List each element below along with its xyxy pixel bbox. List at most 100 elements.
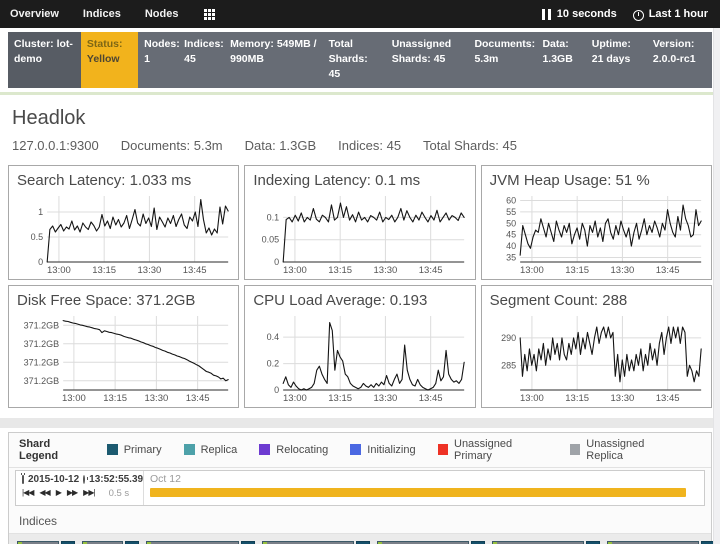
- timeline: 2015-10-12 13:52:55.39 |◀◀◀◀▶▶▶▶▶|0.5 s …: [15, 470, 705, 506]
- cell-label: Cluster:: [14, 38, 57, 50]
- chart-title: JVM Heap Usage: 51 %: [490, 172, 705, 189]
- time-range[interactable]: Last 1 hour: [649, 8, 708, 20]
- chart-plot: 28529013:0013:1513:3013:45: [490, 311, 705, 405]
- calendar-icon: [22, 475, 24, 484]
- timeline-time[interactable]: 13:52:55.39: [89, 474, 143, 485]
- cluster-cell-cluster: Cluster: lot-demo: [8, 32, 81, 88]
- svg-text:13:30: 13:30: [138, 265, 162, 276]
- cell-label: Data:: [542, 38, 568, 50]
- svg-text:0: 0: [274, 385, 279, 395]
- shard-count: 0: [356, 541, 370, 544]
- cell-label: Memory:: [230, 38, 277, 50]
- svg-text:13:30: 13:30: [610, 393, 634, 404]
- badge-body: .marvel-es-2015.09.24: [377, 541, 469, 544]
- chart-title: Segment Count: 288: [490, 292, 705, 309]
- cell-value: 5.3m: [474, 53, 498, 65]
- shard-count: 0: [471, 541, 485, 544]
- svg-text:371.2GB: 371.2GB: [24, 357, 60, 367]
- cell-label: Nodes:: [144, 38, 180, 50]
- svg-text:40: 40: [506, 241, 516, 251]
- badge-body: .marvel-es-2015.09.23: [262, 541, 354, 544]
- legend-item-primary: Primary: [107, 444, 162, 456]
- legend-item-initializing: Initializing: [350, 444, 415, 456]
- legend-swatch: [350, 444, 361, 455]
- fast-forward-button[interactable]: ▶▶: [67, 489, 77, 497]
- chart-plot: 35404550556013:0013:1513:3013:45: [490, 191, 705, 277]
- node-title: Headlok: [12, 107, 708, 130]
- index-badge[interactable]: .marvel0: [82, 541, 140, 544]
- svg-text:35: 35: [506, 252, 516, 262]
- badge-body: .kibana: [17, 541, 59, 544]
- svg-text:13:15: 13:15: [565, 265, 589, 276]
- svg-text:0: 0: [38, 257, 43, 267]
- small-clock-icon: [83, 475, 85, 484]
- rewind-button[interactable]: ◀◀: [39, 489, 49, 497]
- index-badge[interactable]: .marvel-es-2015.09.240: [377, 541, 485, 544]
- cell-label: Total Shards:: [329, 38, 368, 65]
- nav-item-nodes[interactable]: Nodes: [145, 8, 179, 20]
- timeline-track[interactable]: Oct 12: [144, 471, 704, 505]
- svg-text:13:00: 13:00: [520, 393, 544, 404]
- chart-card-0: Search Latency: 1.033 ms00.5113:0013:151…: [8, 165, 239, 280]
- nav-item-indices[interactable]: Indices: [83, 8, 121, 20]
- apps-grid-icon[interactable]: [204, 9, 215, 20]
- chart-title: Indexing Latency: 0.1 ms: [253, 172, 468, 189]
- legend-swatch: [570, 444, 580, 455]
- cell-value: 1.3GB: [542, 53, 572, 65]
- indices-heading: Indices: [9, 510, 711, 534]
- svg-text:13:45: 13:45: [183, 265, 207, 276]
- svg-text:13:30: 13:30: [144, 393, 168, 404]
- charts-grid: Search Latency: 1.033 ms00.5113:0013:151…: [0, 159, 720, 408]
- svg-text:13:45: 13:45: [655, 393, 679, 404]
- cell-value: 45: [329, 68, 341, 80]
- skip-to-start-button[interactable]: |◀◀: [22, 489, 33, 497]
- timeline-controls-panel: 2015-10-12 13:52:55.39 |◀◀◀◀▶▶▶▶▶|0.5 s: [16, 471, 144, 505]
- legend-label: Initializing: [367, 444, 415, 456]
- timeline-date[interactable]: 2015-10-12: [28, 474, 79, 485]
- cluster-status-bar: Cluster: lot-demoStatus: YellowNodes: 1I…: [8, 32, 712, 88]
- node-stat: Data: 1.3GB: [245, 138, 317, 153]
- cluster-cell-uptime: Uptime: 21 days: [586, 32, 647, 88]
- legend-item-relocating: Relocating: [259, 444, 328, 456]
- badge-body: .marvel-es-2015.09.22: [146, 541, 238, 544]
- node-stat: 127.0.0.1:9300: [12, 138, 99, 153]
- svg-text:13:00: 13:00: [283, 393, 307, 404]
- refresh-interval[interactable]: 10 seconds: [557, 8, 617, 20]
- shard-allocation-panel: Shard Legend PrimaryReplicaRelocatingIni…: [8, 432, 712, 544]
- pause-icon[interactable]: [542, 9, 551, 20]
- timeline-progress-bar[interactable]: [150, 488, 686, 497]
- chart-plot: 00.20.413:0013:1513:3013:45: [253, 311, 468, 405]
- svg-text:45: 45: [506, 229, 516, 239]
- play-button[interactable]: ▶: [56, 489, 61, 497]
- legend-swatch: [107, 444, 118, 455]
- chart-card-5: Segment Count: 28828529013:0013:1513:301…: [481, 285, 712, 408]
- svg-text:13:15: 13:15: [329, 265, 353, 276]
- legend-item-unassigned-replica: Unassigned Replica: [570, 438, 679, 462]
- vertical-scrollbar[interactable]: [713, 28, 720, 544]
- svg-text:13:00: 13:00: [62, 393, 86, 404]
- index-badge[interactable]: .marvel-es-2015.09.260: [607, 541, 715, 544]
- cell-label: Status:: [87, 38, 123, 50]
- index-badge[interactable]: .marvel-es-2015.09.220: [146, 541, 254, 544]
- index-badge[interactable]: .kibana0: [17, 541, 75, 544]
- index-badge[interactable]: .marvel-es-2015.09.250: [492, 541, 600, 544]
- index-badge[interactable]: .marvel-es-2015.09.230: [262, 541, 370, 544]
- skip-to-end-button[interactable]: ▶▶|: [83, 489, 94, 497]
- chart-plot: 00.5113:0013:1513:3013:45: [17, 191, 232, 277]
- shard-count: 0: [125, 541, 139, 544]
- legend-item-unassigned-primary: Unassigned Primary: [438, 438, 548, 462]
- legend-label: Replica: [201, 444, 238, 456]
- legend-label: Unassigned Replica: [586, 438, 679, 462]
- cell-value: 45: [434, 53, 446, 65]
- svg-text:371.2GB: 371.2GB: [24, 375, 60, 385]
- svg-text:13:30: 13:30: [374, 265, 398, 276]
- nav-item-overview[interactable]: Overview: [10, 8, 59, 20]
- cell-value: 2.0.0-rc1: [653, 53, 696, 65]
- cluster-cell-status: Status: Yellow: [81, 32, 138, 88]
- indices-badges: .kibana0.marvel0.marvel-es-2015.09.220.m…: [9, 534, 711, 544]
- legend-label: Relocating: [276, 444, 328, 456]
- cell-label: Documents:: [474, 38, 535, 50]
- section-divider: [0, 418, 720, 428]
- chart-plot: 00.050.113:0013:1513:3013:45: [253, 191, 468, 277]
- cell-label: Indices:: [184, 38, 224, 50]
